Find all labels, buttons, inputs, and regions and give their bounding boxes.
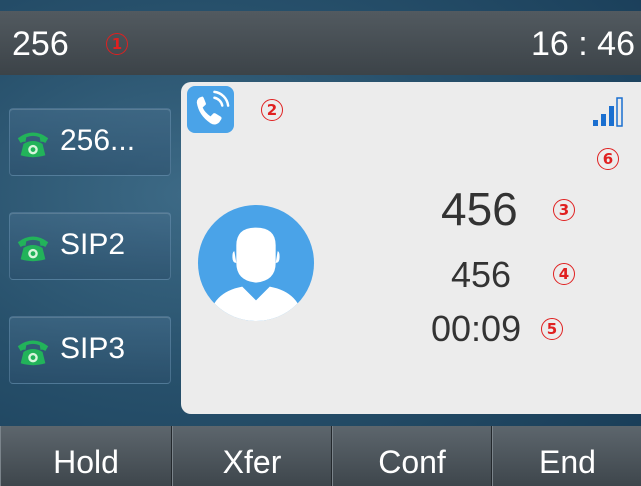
line-key-label: SIP2 <box>60 228 126 261</box>
callout-marker: 4 <box>553 263 575 285</box>
green-phone-icon <box>17 132 49 158</box>
callee-number: 456 <box>451 254 512 295</box>
clock: 16 : 46 <box>531 25 635 63</box>
line-key-label: SIP3 <box>60 332 126 365</box>
callout-marker: 1 <box>106 33 128 55</box>
green-phone-icon <box>17 340 49 366</box>
callout-marker: 5 <box>541 318 563 340</box>
callout-marker: 3 <box>553 199 575 221</box>
line-key-2[interactable]: SIP2 <box>9 212 171 280</box>
green-phone-icon <box>17 236 49 262</box>
voice-call-icon <box>187 86 234 133</box>
end-call-button[interactable]: End <box>492 426 641 486</box>
call-duration: 00:09 <box>431 308 522 349</box>
softkey-bar: Hold Xfer Conf End <box>0 426 641 486</box>
account-label: 256 <box>12 25 69 63</box>
signal-strength-icon <box>593 97 623 127</box>
hold-button[interactable]: Hold <box>0 426 172 486</box>
line-key-1[interactable]: 256... <box>9 108 171 176</box>
callee-name: 456 <box>441 183 518 235</box>
line-key-label: 256... <box>60 124 136 157</box>
status-bar: 256 1 16 : 46 <box>0 11 641 75</box>
contact-avatar <box>197 204 315 322</box>
transfer-button[interactable]: Xfer <box>172 426 332 486</box>
call-panel: 2 6 456 3 456 4 00:09 5 <box>181 82 641 414</box>
conference-button[interactable]: Conf <box>332 426 492 486</box>
line-key-3[interactable]: SIP3 <box>9 316 171 384</box>
phone-screen: 256 1 16 : 46 256... SIP2 SIP3 2 6 456 3… <box>0 0 641 486</box>
callout-marker: 2 <box>261 99 283 121</box>
callout-marker: 6 <box>597 148 619 170</box>
